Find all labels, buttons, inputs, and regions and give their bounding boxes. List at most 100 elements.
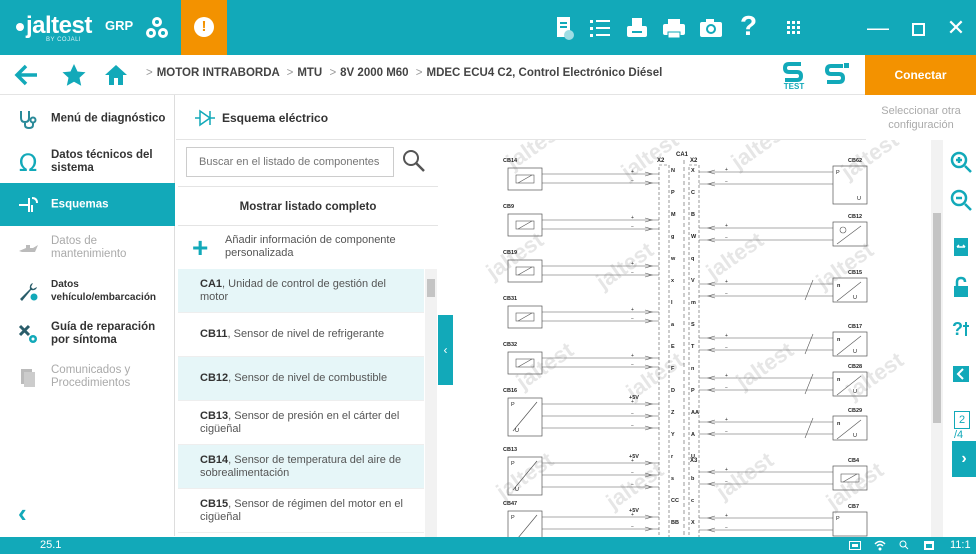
component-label: CB62 (848, 158, 862, 164)
version-label: 25.1 (40, 539, 62, 551)
list-item[interactable]: CA1, Unidad de control de gestión del mo… (178, 269, 424, 313)
help-info-icon[interactable]: ? (949, 316, 973, 340)
watermark-text: jaltest (701, 227, 769, 285)
electrical-diagram[interactable]: jaltest jaltest jaltest jaltest jaltest jalte… (453, 140, 931, 537)
sensor-slash (518, 514, 538, 537)
component-label: CB4 (848, 458, 860, 464)
grp-label: GRP (105, 18, 134, 33)
list-item[interactable]: CB15, Sensor de régimen del motor en el … (178, 489, 424, 533)
system-icon[interactable] (824, 62, 850, 86)
top-bar: jaltest BY COJALI GRP ! ? — ✕ (0, 0, 976, 55)
connector-label: CA1 (676, 152, 689, 158)
wire-sign: − (631, 470, 634, 476)
sensor-label: n (837, 337, 841, 343)
sensor-label: U (515, 428, 519, 434)
schematic-toolbar: Esquema eléctrico (176, 95, 866, 140)
pin-label: P (691, 388, 695, 394)
breadcrumb-item[interactable]: MDEC ECU4 C2, Control Electrónico Diésel (427, 67, 663, 79)
page-indicator: 2/4 (954, 411, 976, 441)
sidebar-item-diagnostic-menu[interactable]: Menú de diagnóstico (0, 97, 175, 140)
pin-label: S (691, 322, 695, 328)
sensor-symbol (832, 331, 868, 357)
sensor-slash (836, 281, 862, 302)
wire-sign: + (725, 223, 728, 229)
list-item[interactable]: CB12, Sensor de nivel de combustible (178, 357, 424, 401)
document-icon[interactable] (550, 14, 578, 42)
help-icon[interactable]: ? (740, 10, 757, 42)
home-icon[interactable] (104, 63, 128, 87)
diagram-scrollbar[interactable] (931, 140, 943, 537)
print-setup-icon[interactable] (623, 14, 651, 42)
component-search-input[interactable] (186, 147, 394, 177)
pin-label: m (691, 300, 696, 306)
fit-width-icon[interactable] (949, 235, 973, 259)
wire-sign: − (725, 479, 728, 485)
component-label: CB28 (848, 364, 862, 370)
status-bar: 25.1 11:1 (0, 537, 976, 554)
list-item[interactable]: CB11, Sensor de nivel de refrigerante (178, 313, 424, 357)
pin-label: Z (671, 410, 675, 416)
sidebar-item-technical-data[interactable]: Ω Datos técnicos del sistema (0, 140, 175, 183)
search-icon[interactable] (401, 148, 427, 174)
sensor-label: P (511, 461, 515, 467)
add-component-info-button[interactable]: + Añadir información de componente perso… (178, 227, 438, 269)
logo-subtitle: BY COJALI (46, 37, 82, 43)
list-item[interactable]: CB14, Sensor de temperatura del aire de … (178, 445, 424, 489)
camera-icon[interactable] (697, 14, 725, 42)
list-icon[interactable] (586, 14, 614, 42)
grid-icon[interactable] (780, 14, 808, 42)
zoom-out-icon[interactable] (949, 188, 973, 212)
sidebar-item-vehicle-data[interactable]: Datos vehículo/embarcación (0, 269, 175, 312)
wire-sign: − (631, 482, 634, 488)
wire-sign: + (631, 399, 634, 405)
pin-label: x (671, 278, 675, 284)
collapse-sidebar-icon[interactable]: ‹ (18, 498, 27, 529)
pin-label: M (671, 212, 676, 218)
previous-page-icon[interactable] (949, 362, 973, 386)
minimize-icon[interactable]: — (856, 0, 900, 55)
collapse-list-button[interactable]: ‹ (438, 315, 453, 385)
back-arrow-icon[interactable] (14, 63, 40, 87)
sensor-label: U (853, 389, 857, 395)
close-icon[interactable]: ✕ (934, 0, 976, 55)
connect-button[interactable]: Conectar (865, 55, 976, 95)
clock: 11:1 (950, 539, 971, 551)
sidebar-item-maintenance-data[interactable]: Datos de mantenimiento (0, 226, 175, 269)
pin-label: X (691, 520, 695, 526)
diagram-tools: ? 2/4 › (943, 140, 976, 537)
sidebar-item-schematics[interactable]: Esquemas (0, 183, 175, 226)
system-test-icon[interactable]: TEST (782, 60, 806, 90)
watermark-text: jaltest (601, 457, 669, 515)
favorite-star-icon[interactable] (61, 63, 87, 87)
wire-sign: + (725, 167, 728, 173)
select-configuration-button[interactable]: Seleccionar otra configuración (866, 95, 976, 140)
pin-label: s (671, 476, 674, 482)
breadcrumb-item[interactable]: MOTOR INTRABORDA (157, 67, 280, 79)
wire-sign: + (631, 215, 634, 221)
pin-label: Y (671, 432, 675, 438)
wire-twist (804, 279, 814, 301)
wire-sign: + (631, 261, 634, 267)
list-item[interactable]: CB13, Sensor de presión en el cárter del… (178, 401, 424, 445)
breadcrumb-item[interactable]: MTU (297, 67, 322, 79)
page-total: /4 (954, 429, 964, 441)
warning-button[interactable]: ! (181, 0, 227, 55)
watermark-text: jaltest (616, 140, 684, 185)
wire-sign: − (725, 291, 728, 297)
list-scrollbar[interactable] (425, 269, 437, 537)
wire-sign: − (725, 179, 728, 185)
wire-sign: − (631, 411, 634, 417)
grp-tools-icon[interactable] (143, 14, 171, 42)
next-page-button[interactable]: › (952, 441, 976, 477)
printer-icon[interactable] (660, 14, 688, 42)
sensor-slash (836, 335, 862, 356)
breadcrumb-item[interactable]: 8V 2000 M60 (340, 67, 408, 79)
sidebar-item-repair-guide[interactable]: Guía de reparación por síntoma (0, 312, 175, 355)
unlock-icon[interactable] (949, 275, 973, 299)
pin-label: C (691, 190, 695, 196)
sensor-slash (517, 174, 533, 184)
sidebar-item-bulletins[interactable]: Comunicados y Procedimientos (0, 355, 175, 398)
page-current[interactable]: 2 (954, 411, 971, 429)
show-full-list-button[interactable]: Mostrar listado completo (178, 186, 438, 226)
zoom-in-icon[interactable] (949, 150, 973, 174)
